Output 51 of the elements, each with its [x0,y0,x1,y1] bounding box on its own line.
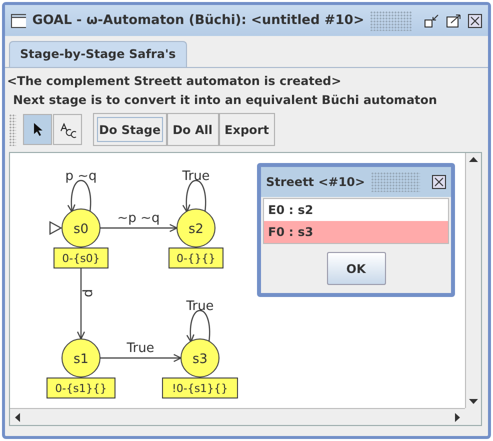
transition-label: p ~q [65,169,97,184]
transition-label: ~p ~q [117,211,160,226]
transition-label: p [81,289,96,298]
scroll-right-icon[interactable] [455,412,460,422]
self-loop-arrow [186,310,210,344]
state-name: s1 [73,352,89,367]
state-tag-text: 0-{s1}{} [55,382,107,395]
maximize-button[interactable] [446,14,462,28]
transition-label: True [126,341,154,356]
state-node[interactable] [180,338,220,378]
scroll-down-icon[interactable] [469,399,478,404]
state-node[interactable] [62,208,100,248]
state-node[interactable] [176,208,216,248]
horizontal-scrollbar[interactable] [10,408,465,425]
state-tag-text: 0-{}{} [176,252,216,265]
list-item[interactable]: F0 : s3 [264,221,448,243]
ok-button[interactable]: OK [326,252,386,285]
transition-label: True [186,299,214,314]
state-name: s0 [73,222,89,237]
state-tag-text: 0-{s0} [62,252,100,265]
vertical-scrollbar[interactable] [465,153,481,408]
state-tag [54,248,108,268]
state-name: s2 [188,222,204,237]
toolbar-button[interactable]: Do All [166,113,218,146]
window-title: GOAL - ω-Automaton (Büchi): <untitled #10> [32,13,364,28]
status-message: Next stage is to convert it into an equivalent Büchi automaton [12,92,438,107]
state-tag [46,378,116,398]
window-icon [11,14,26,28]
state-tag [168,248,224,268]
tool-button[interactable] [23,114,52,145]
text-tool-icon [58,122,76,138]
toolbar-button[interactable]: Export [218,113,275,146]
state-name: s3 [192,352,208,367]
title-grip [370,10,412,30]
minimize-button[interactable] [424,14,440,28]
tool-button[interactable] [53,114,82,145]
toolbar-grip [9,114,16,146]
state-node[interactable] [62,338,100,378]
scroll-left-icon[interactable] [15,412,20,422]
self-loop-arrow [182,180,206,214]
scroll-up-icon[interactable] [469,157,478,162]
toolbar-button[interactable]: Do Stage [93,113,167,146]
close-button[interactable] [468,14,482,28]
state-tag-text: !0-{s1}{} [172,382,228,395]
dialog-title: Streett <#10> [266,175,366,189]
pointer-icon [32,122,42,137]
tab[interactable]: Stage-by-Stage Safra's [9,41,187,67]
status-message: <The complement Streett automaton is created> [6,73,342,88]
close-button[interactable] [432,175,446,189]
title-grip [371,172,420,192]
transition-label: True [182,169,210,184]
